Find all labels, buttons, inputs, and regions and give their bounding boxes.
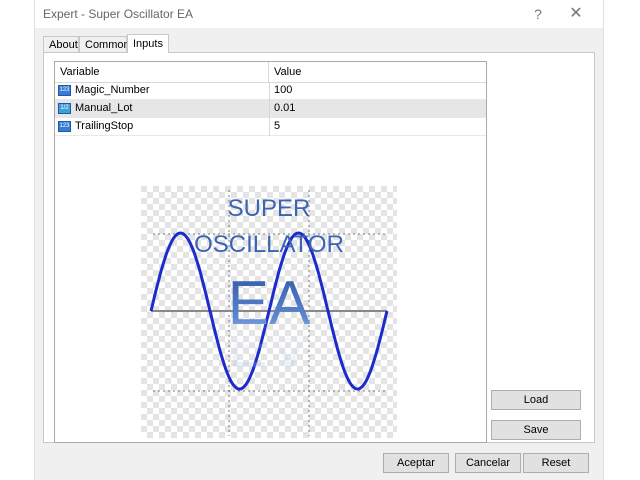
- variable-name: Magic_Number: [75, 84, 150, 96]
- variable-value[interactable]: 5: [274, 118, 280, 136]
- logo-line-super: SUPER: [228, 195, 311, 222]
- cancel-button[interactable]: Cancelar: [455, 453, 521, 473]
- column-divider: [269, 118, 270, 136]
- grid-row-magic-number[interactable]: 123 Magic_Number 100: [55, 82, 486, 100]
- column-header-variable[interactable]: Variable: [55, 62, 269, 82]
- tab-inputs[interactable]: Inputs: [127, 34, 169, 53]
- logo-line-oscillator: OSCILLATOR: [194, 231, 344, 258]
- tab-about[interactable]: About: [43, 36, 79, 52]
- double-type-icon: 1/2: [58, 103, 71, 114]
- window-title: Expert - Super Oscillator EA: [43, 7, 194, 21]
- reset-button[interactable]: Reset: [523, 453, 589, 473]
- column-header-value[interactable]: Value: [269, 62, 491, 82]
- variable-name: TrailingStop: [75, 120, 134, 132]
- variable-value[interactable]: 100: [274, 82, 292, 100]
- help-button[interactable]: ?: [523, 3, 553, 25]
- load-button[interactable]: Load: [491, 390, 581, 410]
- ok-button[interactable]: Aceptar: [383, 453, 449, 473]
- grid-header: Variable Value: [55, 62, 486, 83]
- integer-type-icon: 123: [58, 121, 71, 132]
- logo-ea-reflection: EA: [228, 310, 311, 379]
- grid-row-trailing-stop[interactable]: 123 TrailingStop 5: [55, 118, 486, 136]
- save-button[interactable]: Save: [491, 420, 581, 440]
- variable-name: Manual_Lot: [75, 102, 133, 114]
- inputs-grid: Variable Value 123 Magic_Number 100 1/2 …: [54, 61, 487, 443]
- title-bar: Expert - Super Oscillator EA ? ✕: [35, 0, 603, 28]
- column-divider: [269, 82, 270, 100]
- tab-common[interactable]: Common: [79, 36, 130, 52]
- expert-dialog: Expert - Super Oscillator EA ? ✕ About C…: [34, 0, 604, 480]
- integer-type-icon: 123: [58, 85, 71, 96]
- ea-logo: SUPER OSCILLATOR EA EA: [141, 186, 397, 441]
- inputs-panel: Variable Value 123 Magic_Number 100 1/2 …: [43, 52, 595, 443]
- variable-value[interactable]: 0.01: [274, 100, 295, 118]
- close-button[interactable]: ✕: [561, 3, 591, 25]
- grid-row-manual-lot[interactable]: 1/2 Manual_Lot 0.01: [55, 100, 486, 118]
- column-divider: [269, 100, 270, 118]
